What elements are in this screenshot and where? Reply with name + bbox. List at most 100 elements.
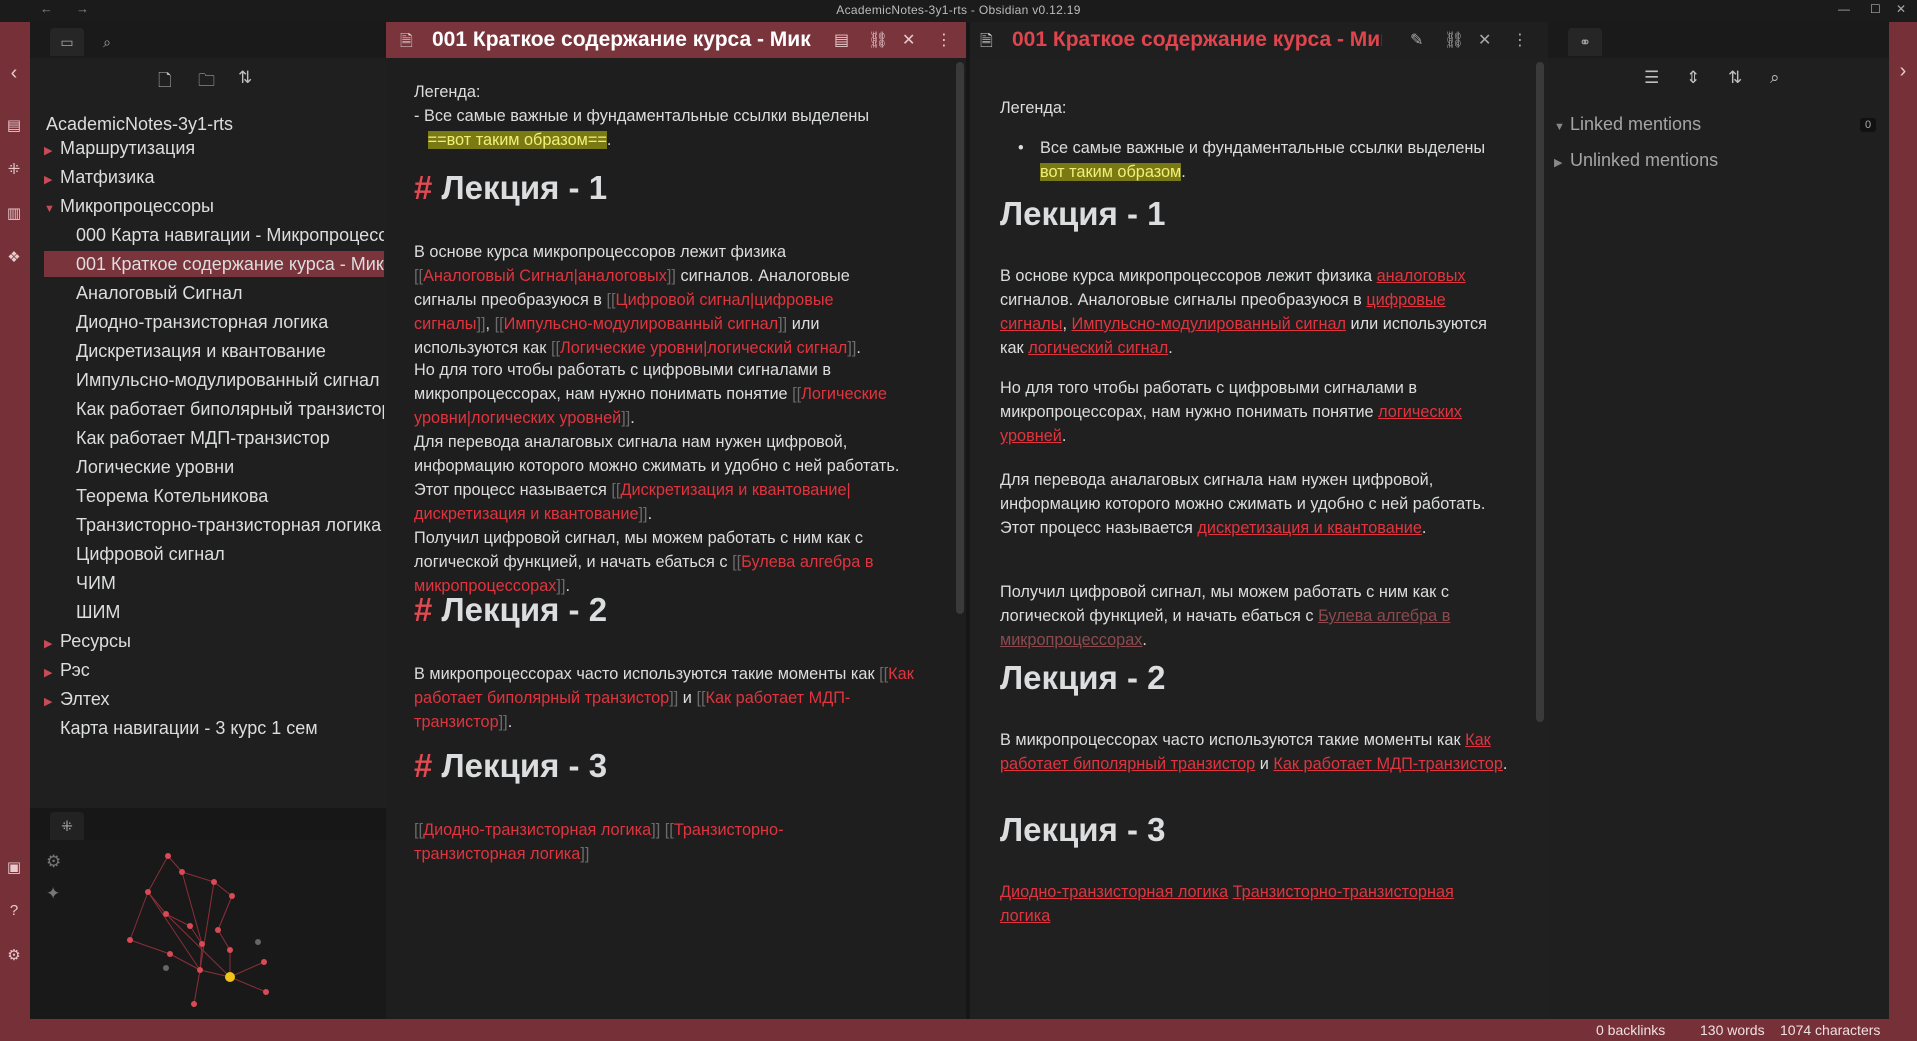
title-bar: ← → AcademicNotes-3y1-rts - Obsidian v0.… <box>0 0 1917 22</box>
sort-icon[interactable]: ⇅ <box>238 68 252 88</box>
graph-panel: ⁜ ⚙ ✦ <box>30 808 386 1019</box>
source-editor[interactable]: Легенда: - Все самые важные и фундамента… <box>386 58 966 1019</box>
maximize-button[interactable]: ☐ <box>1870 2 1881 16</box>
source-scrollbar[interactable] <box>956 62 964 614</box>
file-item[interactable]: Логические уровни <box>76 454 384 480</box>
file-item[interactable]: Транзисторно-транзисторная логика <box>76 512 384 538</box>
tree-item-label: Рэс <box>60 660 90 680</box>
file-item[interactable]: ЧИМ <box>76 570 384 596</box>
paragraph-4: Получил цифровой сигнал, мы можем работа… <box>1000 583 1451 649</box>
help-icon[interactable]: ? <box>4 902 24 919</box>
edit-icon[interactable]: ✎ <box>1410 30 1423 50</box>
wikilink[interactable]: Диодно-транзисторная логика <box>423 821 651 839</box>
paragraph-3: Для перевода аналаговых сигнала нам нуже… <box>414 433 900 523</box>
folder-item[interactable]: ▶ Ресурсы <box>44 628 384 654</box>
heading-lecture-3: Лекция - 3 <box>1000 811 1166 848</box>
file-explorer-sidebar: ▭ ⌕ 🗋 🗀 ⇅ AcademicNotes-3y1-rts ▶ Маршрут… <box>30 22 386 1019</box>
reading-view[interactable]: Легенда: • Все самые важные и фундамента… <box>970 58 1548 1019</box>
tree-item-label: Логические уровни <box>76 457 235 477</box>
backlinks-icon[interactable]: ⚭ <box>1568 28 1602 56</box>
heading-lecture-1: Лекция - 1 <box>1000 195 1166 232</box>
linked-mentions-header[interactable]: ▼ Linked mentions <box>1554 114 1701 135</box>
file-item[interactable]: Цифровой сигнал <box>76 541 384 567</box>
chevron-left-icon[interactable]: ‹ <box>4 62 24 85</box>
new-folder-icon[interactable]: 🗀 <box>198 68 215 97</box>
folder-item[interactable]: ▶ Рэс <box>44 657 384 683</box>
folder-item[interactable]: ▶ Матфизика <box>44 164 384 190</box>
source-pane-title[interactable]: 001 Краткое содержание курса - Мик <box>432 28 812 52</box>
tree-item-label: Карта навигации - 3 курс 1 сем <box>60 718 318 738</box>
file-item[interactable]: 001 Краткое содержание курса - Микропроц… <box>44 251 384 277</box>
more-options-icon[interactable]: ⋮ <box>1512 30 1528 50</box>
chevron-right-icon: ▶ <box>44 174 53 186</box>
internal-link[interactable]: дискретизация и квантование <box>1197 519 1422 537</box>
settings-icon[interactable]: ⚙ <box>4 946 24 964</box>
file-item[interactable]: Карта навигации - 3 курс 1 сем <box>60 715 400 741</box>
file-item[interactable]: Диодно-транзисторная логика <box>76 309 384 335</box>
wikilink[interactable]: Логические уровни|логический сигнал <box>560 339 847 357</box>
graph-view-icon[interactable]: ⁜ <box>4 160 24 178</box>
search-icon[interactable]: ⌕ <box>90 28 124 56</box>
link-icon[interactable]: ⛓ <box>868 30 888 50</box>
graph-icon[interactable]: ⁜ <box>50 812 84 840</box>
internal-link[interactable]: логический сигнал <box>1028 339 1168 357</box>
chevron-right-icon[interactable]: › <box>1893 60 1913 83</box>
file-item[interactable]: Аналоговый Сигнал <box>76 280 384 306</box>
show-more-context-icon[interactable]: ⇕ <box>1686 68 1700 88</box>
collapse-results-icon[interactable]: ☰ <box>1644 68 1659 88</box>
vault-name[interactable]: AcademicNotes-3y1-rts <box>46 111 376 137</box>
highlight-text: вот таким образом <box>1040 163 1182 181</box>
close-icon[interactable]: ✕ <box>902 30 915 50</box>
magic-wand-icon[interactable]: ✦ <box>46 884 60 904</box>
chevron-right-icon: ▶ <box>44 667 53 679</box>
folder-item[interactable]: ▶ Элтех <box>44 686 384 712</box>
folder-icon[interactable]: ▭ <box>50 28 84 56</box>
file-item[interactable]: Теорема Котельникова <box>76 483 384 509</box>
internal-link[interactable]: Как работает МДП-транзистор <box>1273 755 1503 773</box>
paragraph-2: Но для того чтобы работать с цифровыми с… <box>414 361 887 427</box>
internal-link[interactable]: Импульсно-модулированный сигнал <box>1072 315 1347 333</box>
plugins-icon[interactable]: ❖ <box>4 248 24 266</box>
local-graph-view[interactable] <box>90 844 380 1014</box>
backlinks-sidebar: ⚭ ☰ ⇕ ⇅ ⌕ ▼ Linked mentions 0 ▶ Unlinked m… <box>1548 22 1889 1019</box>
internal-link[interactable]: Диодно-транзисторная логика <box>1000 883 1228 901</box>
tree-item-label: Микропроцессоры <box>60 196 214 216</box>
window-title: AcademicNotes-3y1-rts - Obsidian v0.12.1… <box>836 3 1081 17</box>
settings-icon[interactable]: ⚙ <box>46 852 61 872</box>
reading-view-icon[interactable]: ▤ <box>834 30 849 50</box>
linked-mentions-count: 0 <box>1860 118 1877 132</box>
folder-item[interactable]: ▶ Маршрутизация <box>44 135 384 161</box>
paragraph-5: В микропроцессорах часто используются та… <box>414 665 914 731</box>
file-item[interactable]: Импульсно-модулированный сигнал <box>76 367 384 393</box>
tree-item-label: Как работает биполярный транзистор <box>76 399 384 419</box>
open-quick-switcher-icon[interactable]: ▤ <box>4 116 24 134</box>
link-icon[interactable]: ⛓ <box>1444 30 1464 50</box>
folder-item[interactable]: ▼ Микропроцессоры <box>44 193 384 219</box>
left-ribbon: ‹ ▤ ⁜ ▥ ❖ ▣ ? ⚙ <box>0 22 30 1019</box>
chevron-down-icon: ▼ <box>44 203 55 215</box>
internal-link[interactable]: аналоговых <box>1377 267 1466 285</box>
sort-icon[interactable]: ⇅ <box>1728 68 1742 88</box>
preview-pane-title[interactable]: 001 Краткое содержание курса - Мик <box>1012 28 1382 52</box>
tree-item-label: Ресурсы <box>60 631 131 651</box>
preview-scrollbar[interactable] <box>1536 62 1544 722</box>
backlinks-count[interactable]: 0 backlinks <box>1596 1022 1665 1038</box>
file-item[interactable]: Дискретизация и квантование <box>76 338 384 364</box>
close-icon[interactable]: ✕ <box>1478 30 1491 50</box>
unlinked-mentions-header[interactable]: ▶ Unlinked mentions <box>1554 150 1718 171</box>
new-note-icon[interactable]: 🗋 <box>158 68 172 97</box>
wikilink[interactable]: Аналоговый Сигнал|аналоговых <box>423 267 667 285</box>
close-window-button[interactable]: ✕ <box>1896 2 1906 16</box>
search-icon[interactable]: ⌕ <box>1770 68 1780 88</box>
paragraph-6: Диодно-транзисторная логика Транзисторно… <box>1000 880 1500 928</box>
file-item[interactable]: 000 Карта навигации - Микропроцессоры <box>76 222 384 248</box>
minimize-button[interactable]: — <box>1838 2 1850 16</box>
file-item[interactable]: ШИМ <box>76 599 384 625</box>
file-item[interactable]: Как работает биполярный транзистор <box>76 396 384 422</box>
open-daily-note-icon[interactable]: ▥ <box>4 204 24 222</box>
file-item[interactable]: Как работает МДП-транзистор <box>76 425 384 451</box>
wikilink[interactable]: Импульсно-модулированный сигнал <box>504 315 779 333</box>
preview-pane-header: 🗎 001 Краткое содержание курса - Мик ✎ ⛓… <box>970 22 1548 58</box>
more-options-icon[interactable]: ⋮ <box>936 30 952 50</box>
vault-icon[interactable]: ▣ <box>4 858 24 876</box>
